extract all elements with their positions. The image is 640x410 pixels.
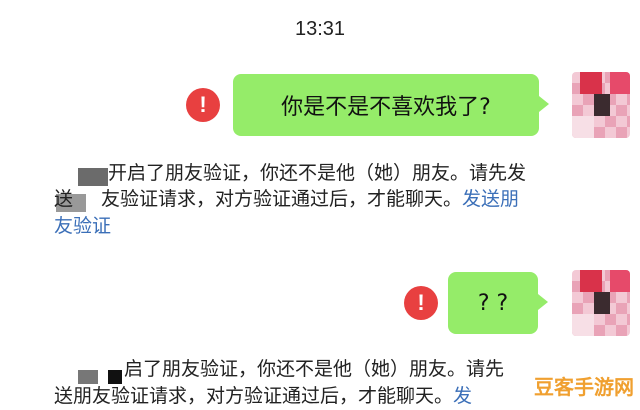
redacted-name — [108, 370, 122, 384]
timestamp: 13:31 — [294, 18, 346, 40]
message-text: ? ? — [477, 290, 509, 316]
message-bubble[interactable]: 你是不是不喜欢我了? — [233, 74, 549, 136]
avatar[interactable] — [572, 72, 630, 138]
message-text: 你是不是不喜欢我了? — [281, 95, 491, 120]
system-notice-line: 送友验证请求，对方验证通过后，才能聊天。发送朋 — [54, 188, 520, 210]
watermark-logo: 豆客手游网 — [534, 375, 634, 399]
send-failed-icon[interactable]: ! — [186, 88, 220, 122]
message-bubble[interactable]: ? ? — [448, 272, 548, 334]
system-notice-line: 友验证 — [54, 213, 111, 240]
system-notice: 开启了朋友验证，你还不是他（她）朋友。请先发 — [108, 162, 527, 184]
send-friend-request-link[interactable]: 发送朋 — [462, 188, 519, 210]
send-failed-icon[interactable]: ! — [404, 286, 438, 320]
send-friend-request-link-cont[interactable]: 友验证 — [54, 215, 111, 237]
avatar[interactable] — [572, 270, 630, 336]
system-notice: 启了朋友验证，你还不是他（她）朋友。请先 — [124, 358, 505, 380]
send-friend-request-link[interactable]: 发 — [453, 385, 472, 407]
redacted-name — [78, 168, 108, 186]
redacted-name — [78, 370, 98, 384]
